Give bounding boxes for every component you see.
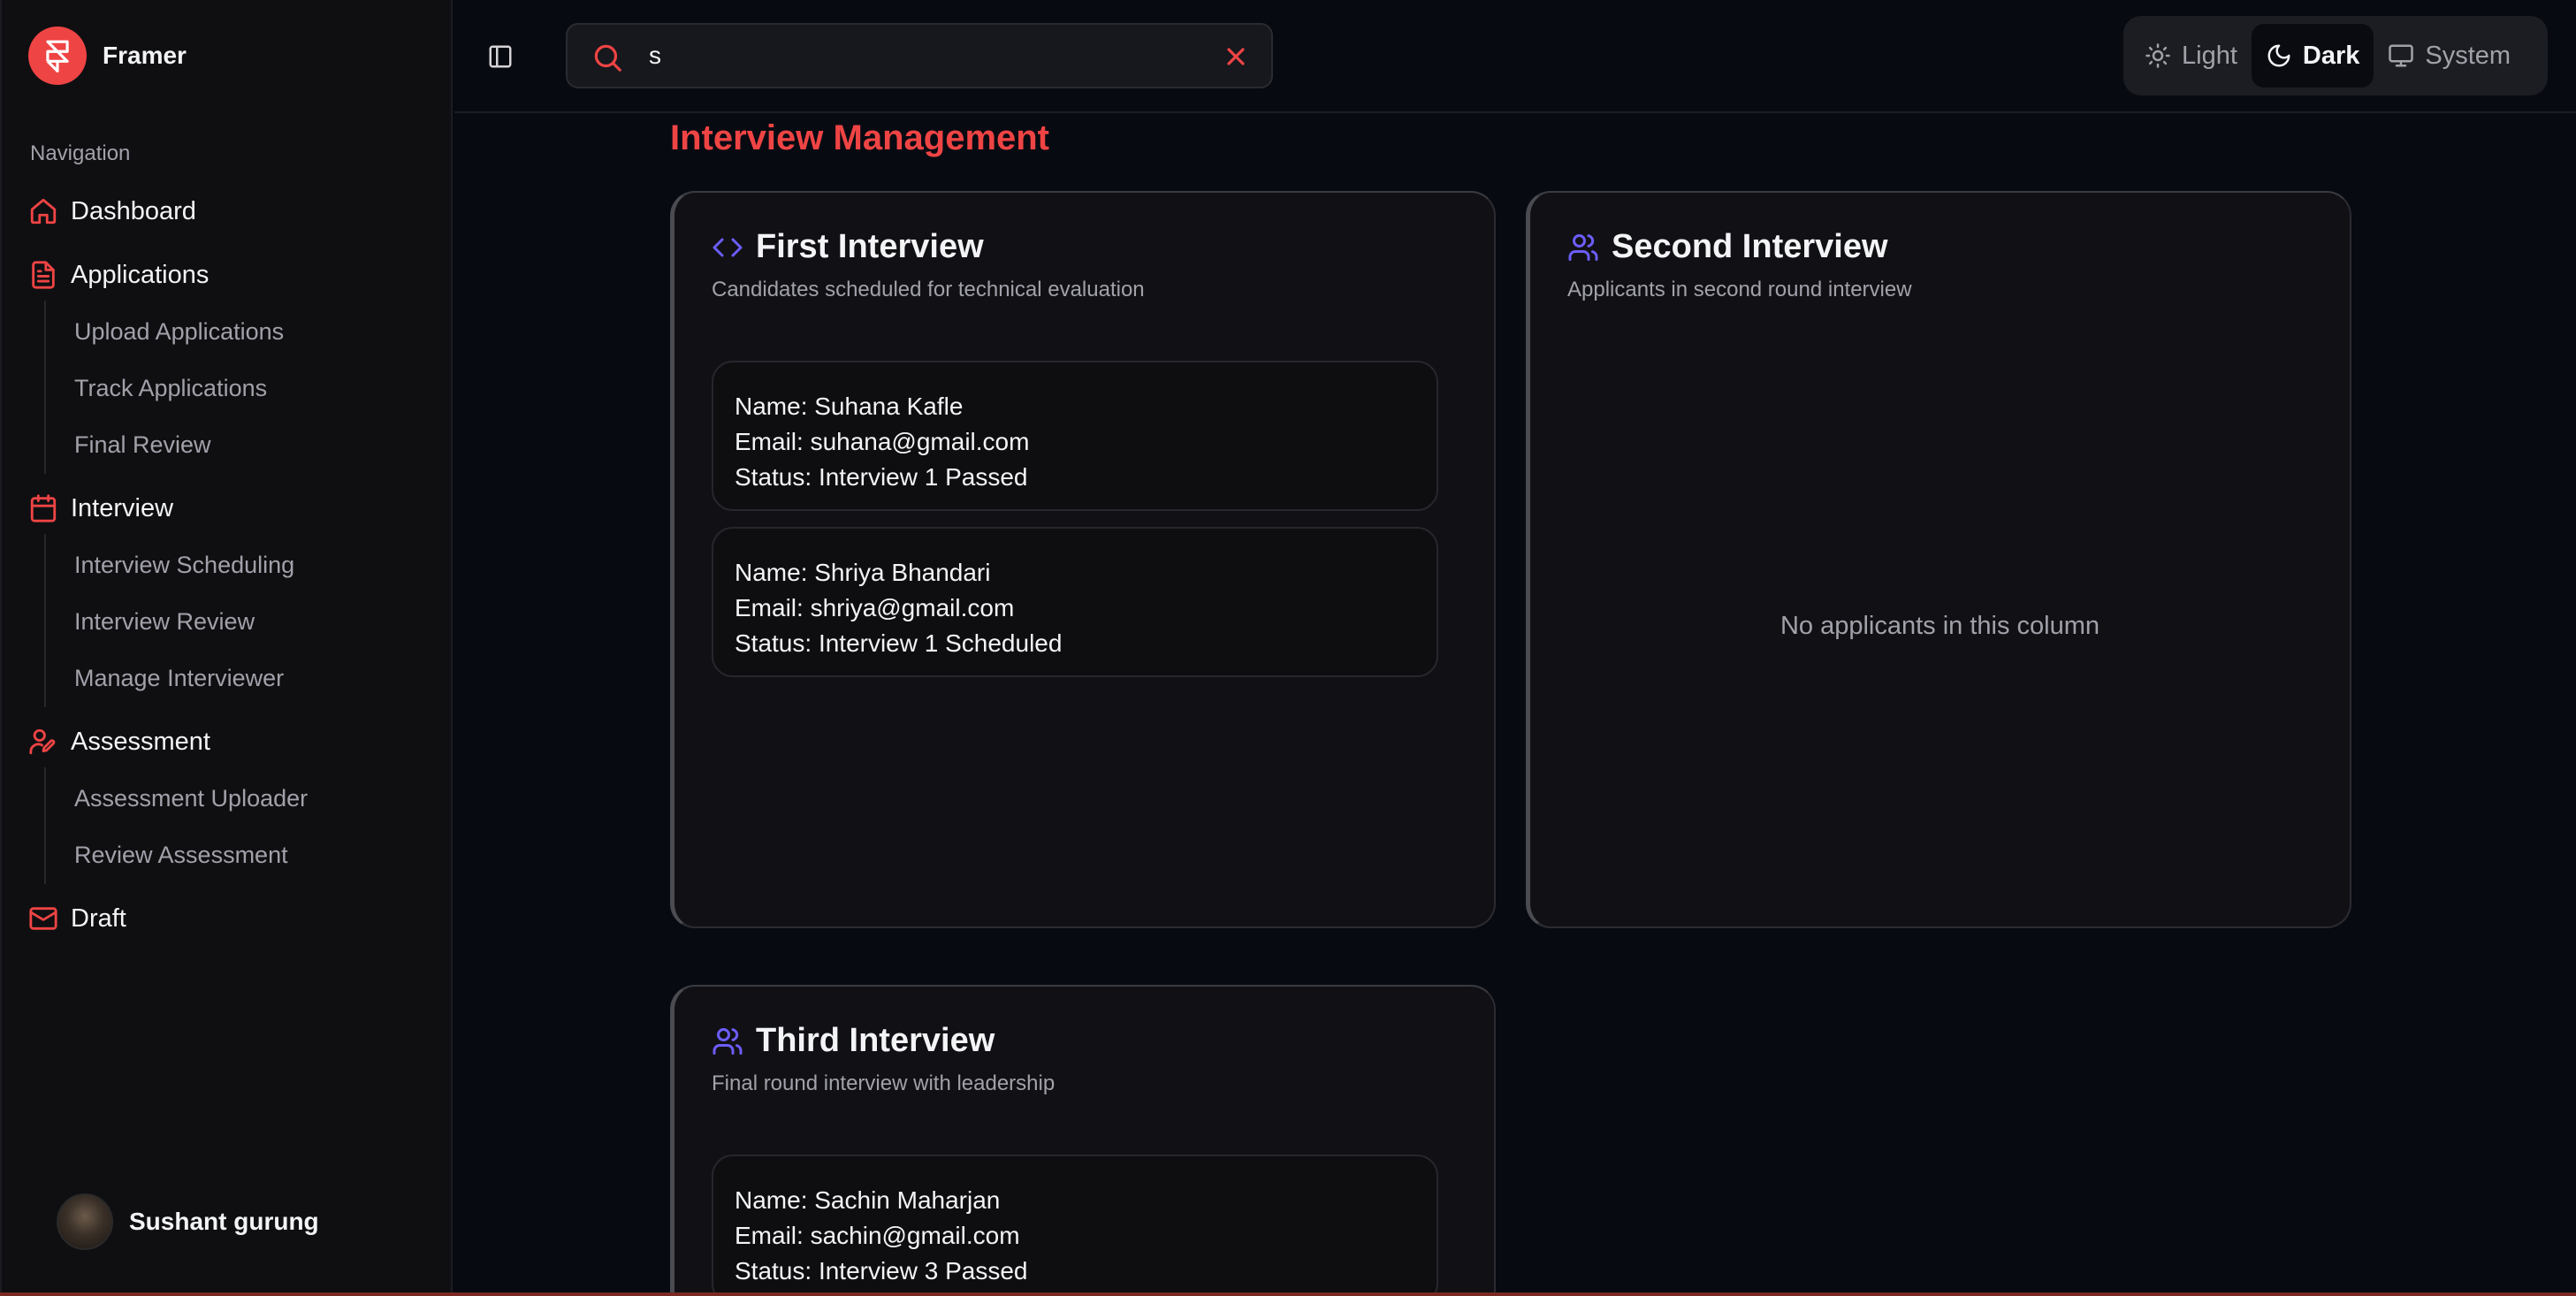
applicant-card[interactable]: Name: Sachin Maharjan Email: sachin@gmai… — [712, 1155, 1438, 1296]
column-second-interview: Second Interview Applicants in second ro… — [1526, 191, 2351, 928]
column-third-interview: Third Interview Final round interview wi… — [670, 985, 1496, 1296]
theme-option-label: Light — [2182, 41, 2237, 70]
column-title: Second Interview — [1612, 228, 1888, 265]
applicant-name: Name: Sachin Maharjan — [735, 1186, 1001, 1214]
user-name: Sushant gurung — [129, 1208, 319, 1235]
empty-state-message: No applicants in this column — [1780, 612, 2100, 640]
avatar — [57, 1193, 113, 1250]
theme-option-dark[interactable]: Dark — [2251, 24, 2374, 88]
applicant-email: Email: shriya@gmail.com — [735, 594, 1015, 621]
sidebar-subitem-review-assessment[interactable]: Review Assessment — [74, 842, 288, 869]
applicant-email: Email: sachin@gmail.com — [735, 1222, 1020, 1249]
clear-search-icon[interactable] — [1222, 42, 1250, 71]
applicant-email: Email: suhana@gmail.com — [735, 428, 1030, 455]
sidebar-item-draft[interactable]: Draft — [28, 903, 126, 934]
search-bar — [566, 23, 1273, 88]
column-subtitle: Candidates scheduled for technical evalu… — [712, 278, 1145, 301]
moon-icon — [2267, 44, 2290, 67]
column-subtitle: Final round interview with leadership — [712, 1071, 1056, 1095]
submenu-line — [44, 767, 46, 884]
sidebar-subitem-assessment-uploader[interactable]: Assessment Uploader — [74, 785, 308, 812]
sidebar-item-applications[interactable]: Applications — [28, 260, 209, 290]
column-header: Second Interview — [1567, 228, 1888, 266]
column-title: First Interview — [756, 228, 984, 265]
sidebar-subitem-final-review[interactable]: Final Review — [74, 431, 211, 459]
applicant-status: Status: Interview 1 Scheduled — [735, 629, 1063, 657]
theme-option-label: System — [2425, 41, 2511, 70]
theme-switcher: Light Dark System — [2123, 16, 2548, 95]
submenu-line — [44, 301, 46, 474]
sidebar-item-label: Dashboard — [71, 196, 196, 225]
sidebar-subitem-track-applications[interactable]: Track Applications — [74, 375, 267, 402]
applicant-card[interactable]: Name: Suhana Kafle Email: suhana@gmail.c… — [712, 361, 1438, 511]
applicant-name: Name: Shriya Bhandari — [735, 559, 991, 586]
framer-logo-icon — [28, 27, 87, 85]
sidebar-item-interview[interactable]: Interview — [28, 493, 173, 523]
search-icon — [594, 44, 621, 72]
sidebar-subitem-manage-interviewer[interactable]: Manage Interviewer — [74, 665, 284, 692]
page-title: Interview Management — [670, 118, 1050, 157]
file-text-icon — [32, 261, 55, 289]
column-first-interview: First Interview Candidates scheduled for… — [670, 191, 1496, 928]
column-title: Third Interview — [756, 1022, 995, 1059]
theme-option-label: Dark — [2302, 41, 2360, 70]
applicant-status: Status: Interview 1 Passed — [735, 463, 1028, 491]
sidebar-subitem-interview-review[interactable]: Interview Review — [74, 608, 255, 636]
topbar: Light Dark System — [454, 0, 2576, 113]
sidebar-subitem-interview-scheduling[interactable]: Interview Scheduling — [74, 552, 294, 579]
column-subtitle: Applicants in second round interview — [1567, 278, 1912, 301]
sidebar-item-label: Interview — [71, 493, 174, 522]
users-icon — [1568, 233, 1598, 261]
column-header: Third Interview — [712, 1022, 995, 1060]
brand-name: Framer — [103, 42, 187, 69]
applicant-name: Name: Suhana Kafle — [735, 393, 964, 420]
monitor-icon — [2389, 44, 2414, 67]
sidebar-item-label: Assessment — [71, 727, 210, 756]
window-bottom-edge — [0, 1292, 2576, 1296]
sidebar-item-label: Applications — [71, 260, 210, 289]
mail-icon — [29, 907, 57, 930]
user-profile[interactable]: Sushant gurung — [57, 1193, 319, 1250]
sidebar-item-label: Draft — [71, 903, 126, 933]
calendar-icon — [30, 494, 57, 522]
home-icon — [30, 198, 57, 225]
brand[interactable]: Framer — [28, 27, 187, 85]
sun-icon — [2145, 43, 2170, 68]
sidebar-toggle-button[interactable] — [483, 39, 518, 74]
user-pen-icon — [29, 728, 56, 755]
theme-option-system[interactable]: System — [2374, 24, 2525, 88]
submenu-line — [44, 534, 46, 707]
column-header: First Interview — [712, 228, 984, 266]
sidebar-item-dashboard[interactable]: Dashboard — [28, 196, 196, 226]
applicant-status: Status: Interview 3 Passed — [735, 1257, 1028, 1285]
code-icon — [713, 238, 743, 256]
sidebar-subitem-upload-applications[interactable]: Upload Applications — [74, 318, 284, 346]
theme-option-light[interactable]: Light — [2130, 24, 2252, 88]
sidebar: Framer Navigation Dashboard Applications… — [0, 0, 453, 1296]
search-input[interactable] — [649, 35, 1197, 76]
applicant-card[interactable]: Name: Shriya Bhandari Email: shriya@gmai… — [712, 527, 1438, 677]
nav-heading: Navigation — [30, 141, 131, 165]
users-icon — [713, 1027, 743, 1055]
panel-left-icon — [489, 45, 512, 68]
sidebar-item-assessment[interactable]: Assessment — [28, 727, 210, 757]
